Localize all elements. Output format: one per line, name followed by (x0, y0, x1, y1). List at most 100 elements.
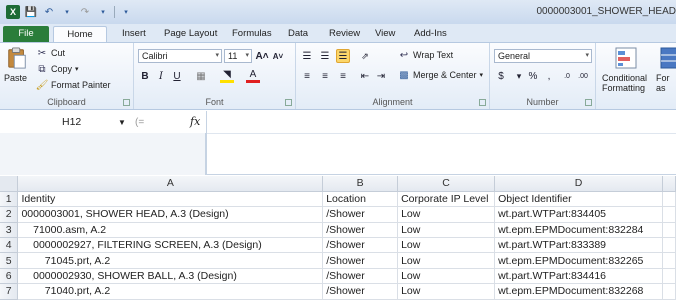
cell[interactable]: wt.epm.EPMDocument:832268 (494, 283, 663, 300)
cell[interactable]: 71045.prt, A.2 (17, 252, 324, 269)
align-center-icon[interactable]: ≡ (318, 69, 332, 83)
fill-color-icon[interactable]: ◥ (220, 69, 234, 83)
save-icon[interactable]: 💾 (24, 5, 38, 19)
bold-icon[interactable]: B (138, 69, 152, 83)
cell[interactable]: 71040.prt, A.2 (17, 283, 324, 300)
cell[interactable]: wt.part.WTPart:834416 (494, 268, 663, 285)
row-header[interactable]: 7 (0, 283, 19, 300)
cell[interactable]: /Shower (322, 252, 399, 269)
cell[interactable] (662, 252, 676, 269)
dialog-launcher-icon[interactable] (585, 99, 592, 106)
chevron-down-icon[interactable]: ▾ (480, 71, 484, 79)
column-header-e[interactable] (662, 176, 676, 192)
cell[interactable]: /Shower (322, 268, 399, 285)
orientation-icon[interactable]: ⇗ (358, 49, 372, 63)
dialog-launcher-icon[interactable] (479, 99, 486, 106)
cell[interactable]: Low (397, 252, 496, 269)
chevron-down-icon[interactable]: ▾ (60, 5, 74, 19)
name-box[interactable]: H12 (18, 115, 128, 131)
formula-input[interactable] (210, 115, 670, 171)
align-bottom-icon[interactable]: ☰ (336, 49, 350, 63)
grow-font-icon[interactable]: A˄ (255, 49, 269, 63)
chevron-down-icon[interactable]: ▾ (96, 5, 110, 19)
cell[interactable]: Identity (17, 191, 324, 208)
cell[interactable]: Corporate IP Level (397, 191, 496, 208)
cell[interactable]: 71000.asm, A.2 (17, 222, 324, 239)
increase-indent-icon[interactable]: ⇥ (374, 69, 388, 83)
italic-icon[interactable]: I (154, 69, 168, 83)
wrap-text-button[interactable]: ↩ Wrap Text (398, 49, 453, 61)
shrink-font-icon[interactable]: A˅ (271, 49, 285, 63)
tab-data[interactable]: Data (288, 26, 308, 42)
cell[interactable]: /Shower (322, 283, 399, 300)
cell[interactable] (662, 268, 676, 285)
tab-file[interactable]: File (3, 26, 49, 42)
font-color-icon[interactable]: A (246, 69, 260, 83)
font-name-select[interactable]: Calibri ▾ (138, 49, 222, 63)
tab-home[interactable]: Home (53, 26, 107, 42)
font-size-select[interactable]: 11 ▾ (224, 49, 252, 63)
customize-toolbar-icon[interactable]: ▾ (119, 5, 133, 19)
row-header[interactable]: 1 (0, 191, 19, 208)
increase-decimal-icon[interactable]: .0 (560, 69, 574, 83)
cell[interactable]: 0000002930, SHOWER BALL, A.3 (Design) (17, 268, 324, 285)
cell[interactable]: Object Identifier (494, 191, 663, 208)
column-header-b[interactable]: B (322, 176, 399, 192)
column-header-a[interactable]: A (17, 176, 324, 192)
chevron-down-icon[interactable]: ▾ (75, 65, 79, 73)
chevron-down-icon[interactable]: ▼ (118, 115, 126, 130)
merge-center-button[interactable]: ▩ Merge & Center ▾ (398, 69, 483, 81)
paste-button[interactable]: Paste (4, 47, 28, 91)
select-all-corner[interactable] (0, 176, 19, 192)
cut-button[interactable]: ✂ Cut (36, 47, 65, 59)
row-header[interactable]: 4 (0, 237, 19, 254)
tab-page-layout[interactable]: Page Layout (164, 26, 217, 42)
cell[interactable]: /Shower (322, 237, 399, 254)
format-painter-button[interactable]: 🖌 Format Painter (36, 79, 111, 91)
cell[interactable] (662, 283, 676, 300)
cell[interactable]: /Shower (322, 222, 399, 239)
number-format-select[interactable]: General ▾ (494, 49, 592, 63)
insert-function-icon[interactable]: fx (190, 115, 200, 128)
column-header-d[interactable]: D (494, 176, 663, 192)
align-middle-icon[interactable]: ☰ (318, 49, 332, 63)
row-header[interactable]: 5 (0, 252, 19, 269)
row-header[interactable]: 2 (0, 206, 19, 223)
cell[interactable]: wt.part.WTPart:833389 (494, 237, 663, 254)
row-header[interactable]: 3 (0, 222, 19, 239)
cell[interactable]: Low (397, 206, 496, 223)
column-header-c[interactable]: C (397, 176, 496, 192)
cell[interactable] (662, 206, 676, 223)
align-left-icon[interactable]: ≡ (300, 69, 314, 83)
format-as-table-button[interactable]: For as Ta (656, 47, 676, 91)
tab-add-ins[interactable]: Add-Ins (414, 26, 447, 42)
tab-view[interactable]: View (375, 26, 395, 42)
cell[interactable]: 0000003001, SHOWER HEAD, A.3 (Design) (17, 206, 324, 223)
cell[interactable]: 0000002927, FILTERING SCREEN, A.3 (Desig… (17, 237, 324, 254)
cell[interactable]: Low (397, 268, 496, 285)
borders-icon[interactable]: ▦ (194, 69, 208, 83)
dialog-launcher-icon[interactable] (123, 99, 130, 106)
comma-style-icon[interactable]: , (542, 69, 556, 83)
cell[interactable]: Low (397, 283, 496, 300)
underline-icon[interactable]: U (170, 69, 184, 83)
tab-insert[interactable]: Insert (122, 26, 146, 42)
cell[interactable]: Low (397, 237, 496, 254)
cell[interactable] (662, 222, 676, 239)
cell[interactable] (662, 191, 676, 208)
excel-app-icon[interactable]: X (6, 5, 20, 19)
undo-icon[interactable]: ↶ (42, 5, 56, 19)
cell[interactable]: Low (397, 222, 496, 239)
conditional-formatting-button[interactable]: Conditional Formatting (602, 47, 652, 93)
tab-formulas[interactable]: Formulas (232, 26, 272, 42)
cell[interactable]: /Shower (322, 206, 399, 223)
copy-button[interactable]: ⧉ Copy ▾ (36, 63, 79, 75)
decrease-decimal-icon[interactable]: .00 (576, 69, 590, 83)
cell[interactable]: Location (322, 191, 399, 208)
currency-icon[interactable]: $ (494, 69, 508, 83)
percent-icon[interactable]: % (526, 69, 540, 83)
align-right-icon[interactable]: ≡ (336, 69, 350, 83)
cell[interactable] (662, 237, 676, 254)
redo-icon[interactable]: ↷ (78, 5, 92, 19)
dialog-launcher-icon[interactable] (285, 99, 292, 106)
